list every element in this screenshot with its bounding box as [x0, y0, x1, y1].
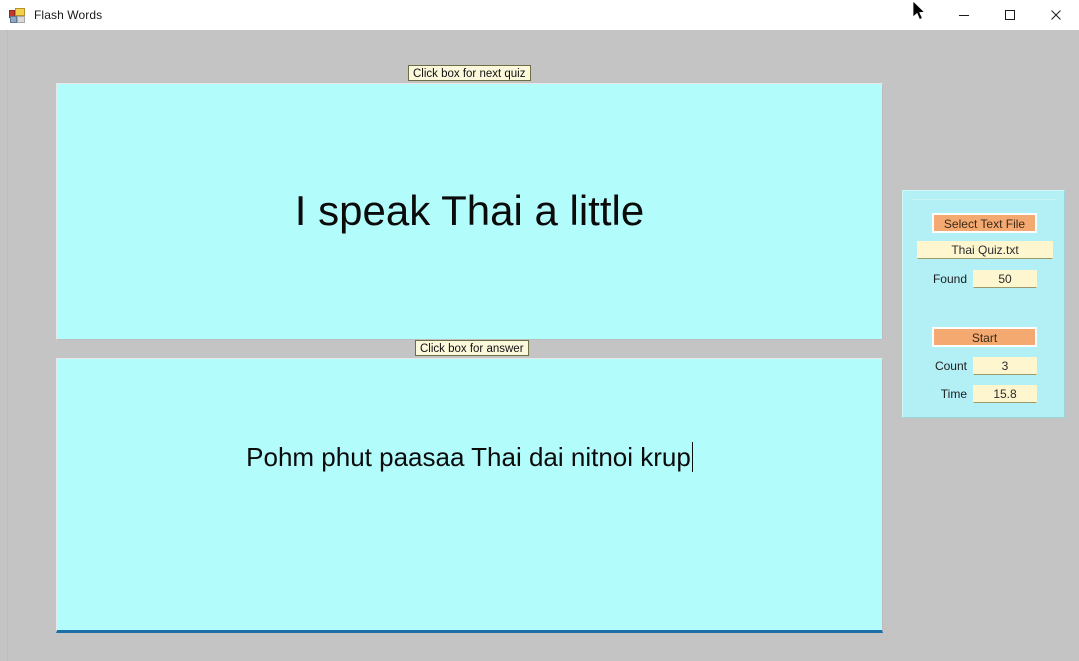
found-value-field[interactable]: 50: [973, 270, 1037, 288]
time-label: Time: [940, 387, 967, 401]
quiz-flash-box[interactable]: I speak Thai a little: [56, 83, 883, 340]
form-canvas: Click box for next quiz I speak Thai a l…: [0, 30, 1079, 661]
count-label: Count: [934, 359, 967, 373]
answer-text: Pohm phut paasaa Thai dai nitnoi krup: [246, 441, 691, 472]
maximize-icon: [1005, 10, 1015, 20]
count-value-field[interactable]: 3: [973, 357, 1037, 375]
text-caret: [691, 442, 693, 472]
answer-line: Pohm phut paasaa Thai dai nitnoi krup: [246, 442, 693, 473]
title-bar: Flash Words: [0, 0, 1079, 31]
winforms-app-icon: [9, 7, 25, 23]
answer-flash-box[interactable]: Pohm phut paasaa Thai dai nitnoi krup: [56, 358, 883, 633]
found-label: Found: [932, 272, 967, 286]
window-title: Flash Words: [34, 8, 103, 22]
filename-field[interactable]: Thai Quiz.txt: [917, 241, 1053, 259]
start-button[interactable]: Start: [932, 327, 1037, 347]
panel-divider: [911, 199, 1057, 200]
control-panel: Select Text File Thai Quiz.txt Found 50 …: [902, 190, 1065, 418]
select-text-file-button[interactable]: Select Text File: [932, 213, 1037, 233]
flash-words-window: Flash Words Click box for next quiz I sp…: [0, 0, 1079, 661]
minimize-button[interactable]: [941, 0, 987, 30]
close-button[interactable]: [1033, 0, 1079, 30]
maximize-button[interactable]: [987, 0, 1033, 30]
window-controls: [941, 0, 1079, 30]
left-edge-divider: [7, 30, 8, 661]
quiz-prompt-text: I speak Thai a little: [294, 186, 645, 234]
answer-caption: Click box for answer: [415, 340, 529, 356]
close-icon: [1051, 10, 1061, 20]
minimize-icon: [959, 15, 969, 16]
time-value-field[interactable]: 15.8: [973, 385, 1037, 403]
next-quiz-caption: Click box for next quiz: [408, 65, 531, 81]
